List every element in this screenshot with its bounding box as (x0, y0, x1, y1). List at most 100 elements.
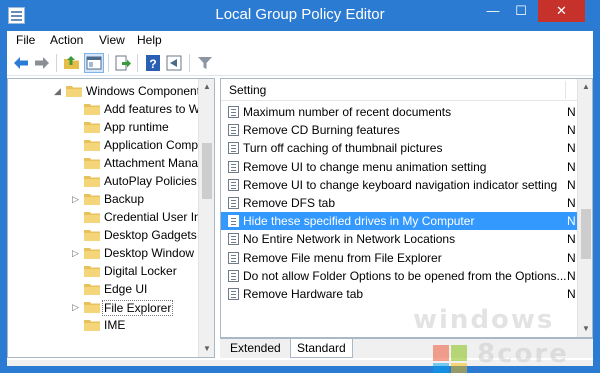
tree-item-label: IME (104, 318, 126, 332)
tree-item-label: Digital Locker (104, 264, 177, 278)
policy-setting-row[interactable]: Remove CD Burning features N (221, 121, 577, 139)
folder-icon (84, 157, 100, 169)
filter-icon[interactable] (195, 53, 215, 73)
tree-expander-icon[interactable]: ◢ (54, 86, 62, 96)
policy-setting-state: N (567, 250, 576, 265)
tree-item[interactable]: ▷ Backup (8, 190, 198, 208)
policy-setting-name: Remove Hardware tab (243, 287, 364, 301)
tree-item-label: Credential User Int (104, 210, 205, 224)
tree-expander-icon[interactable] (72, 212, 80, 222)
tree-item-label: Add features to W (104, 102, 201, 116)
policy-setting-row[interactable]: No Entire Network in Network Locations N (221, 230, 577, 248)
tree-expander-icon[interactable] (72, 158, 80, 168)
tree-item[interactable]: App runtime (8, 118, 198, 136)
tab-standard[interactable]: Standard (290, 339, 353, 358)
tab-extended[interactable]: Extended (224, 339, 287, 358)
scroll-up-arrow-icon[interactable]: ▲ (199, 79, 214, 95)
tree-expander-icon[interactable] (72, 176, 80, 186)
title-bar[interactable]: Local Group Policy Editor — ☐ ✕ (0, 0, 600, 31)
tree-item[interactable]: Attachment Mana (8, 154, 198, 172)
tree-item-label: Edge UI (104, 282, 148, 296)
folder-icon (84, 175, 100, 187)
maximize-button[interactable]: ☐ (508, 0, 534, 22)
policy-setting-icon (228, 251, 239, 264)
policy-setting-name: Remove UI to change keyboard navigation … (243, 177, 558, 192)
tree-expander-icon[interactable]: ▷ (72, 302, 80, 312)
policy-setting-row[interactable]: Turn off caching of thumbnail pictures N (221, 139, 577, 157)
settings-scrollbar-thumb[interactable] (581, 209, 591, 259)
menu-file[interactable]: File (16, 33, 35, 47)
tree-item[interactable]: Add features to W (8, 100, 201, 118)
policy-setting-row[interactable]: Do not allow Folder Options to be opened… (221, 267, 577, 285)
properties-icon[interactable] (164, 53, 184, 73)
menu-view[interactable]: View (99, 33, 125, 47)
back-arrow-icon[interactable] (11, 53, 31, 73)
tree-expander-icon[interactable] (72, 320, 80, 330)
policy-setting-row[interactable]: Remove UI to change menu animation setti… (221, 158, 577, 176)
policy-setting-row[interactable]: Remove DFS tab N (221, 194, 577, 212)
tree-expander-icon[interactable] (72, 284, 80, 294)
folder-icon (84, 139, 100, 151)
tree-item-label: Attachment Mana (104, 156, 199, 170)
folder-icon (84, 283, 100, 295)
policy-setting-icon (228, 197, 239, 209)
policy-setting-row[interactable]: Hide these specified drives in My Comput… (221, 212, 577, 231)
scroll-down-arrow-icon[interactable]: ▼ (199, 341, 214, 357)
up-folder-icon[interactable] (62, 53, 82, 73)
settings-list-pane: Setting Maximum number of recent documen… (220, 78, 593, 338)
close-button[interactable]: ✕ (538, 0, 585, 22)
tree-scrollbar-thumb[interactable] (202, 143, 212, 199)
tree-expander-icon[interactable]: ▷ (72, 248, 80, 258)
tree-expander-icon[interactable] (72, 122, 80, 132)
policy-setting-name: Remove CD Burning features (243, 123, 400, 138)
tree-item[interactable]: ▷ Desktop Window M (8, 244, 207, 262)
tree-item[interactable]: Credential User Int (8, 208, 204, 226)
policy-setting-state: N (567, 214, 576, 229)
folder-icon (66, 85, 82, 97)
tree-item-label: Desktop Gadgets (104, 228, 197, 242)
tree-item[interactable]: Digital Locker (8, 262, 198, 280)
console-tree[interactable]: ◢ Windows Component Add features to W App r… (7, 78, 215, 358)
tree-expander-icon[interactable] (72, 140, 80, 150)
setting-column-label: Setting (229, 83, 267, 97)
folder-icon (84, 247, 100, 259)
policy-setting-icon (228, 106, 239, 118)
tree-item[interactable]: AutoPlay Policies (8, 172, 198, 190)
tree-item[interactable]: Desktop Gadgets (8, 226, 198, 244)
policy-setting-row[interactable]: Maximum number of recent documents N (221, 103, 577, 121)
tree-item-label: AutoPlay Policies (104, 174, 197, 188)
tree-expander-icon[interactable] (72, 104, 80, 114)
tree-item[interactable]: Application Comp (8, 136, 198, 154)
policy-setting-row[interactable]: Remove UI to change keyboard navigation … (221, 176, 577, 194)
menu-action[interactable]: Action (50, 33, 83, 47)
tree-item[interactable]: ◢ Windows Component (8, 82, 200, 100)
policy-setting-row[interactable]: Remove File menu from File Explorer N (221, 249, 577, 267)
settings-scrollbar[interactable]: ▲ ▼ (577, 79, 592, 337)
tree-expander-icon[interactable] (72, 266, 80, 276)
scroll-up-arrow-icon[interactable]: ▲ (578, 79, 592, 95)
menu-help[interactable]: Help (137, 33, 162, 47)
tree-expander-icon[interactable]: ▷ (72, 194, 80, 204)
policy-setting-name: Turn off caching of thumbnail pictures (243, 141, 443, 156)
tree-item-label: Desktop Window M (104, 246, 208, 260)
folder-icon (84, 301, 100, 313)
help-icon[interactable]: ? (143, 53, 163, 73)
minimize-button[interactable]: — (480, 0, 506, 22)
svg-text:?: ? (149, 57, 156, 71)
setting-column-header[interactable]: Setting (221, 79, 577, 101)
toolbar: ? (7, 50, 593, 76)
tree-scrollbar[interactable]: ▲ ▼ (198, 79, 214, 357)
forward-arrow-icon[interactable] (32, 53, 52, 73)
policy-setting-name: No Entire Network in Network Locations (243, 232, 456, 247)
tree-expander-icon[interactable] (72, 230, 80, 240)
show-hide-console-tree-icon[interactable] (84, 53, 104, 73)
tree-item[interactable]: ▷ File Explorer (8, 298, 198, 316)
policy-setting-state: N (567, 287, 576, 301)
policy-setting-state: N (567, 105, 576, 119)
tree-item-label: App runtime (104, 120, 169, 134)
export-list-icon[interactable] (113, 53, 133, 73)
menu-bar: File Action View Help (7, 31, 593, 49)
tree-item[interactable]: Edge UI (8, 280, 198, 298)
folder-icon (84, 319, 100, 331)
tree-item[interactable]: IME (8, 316, 198, 334)
